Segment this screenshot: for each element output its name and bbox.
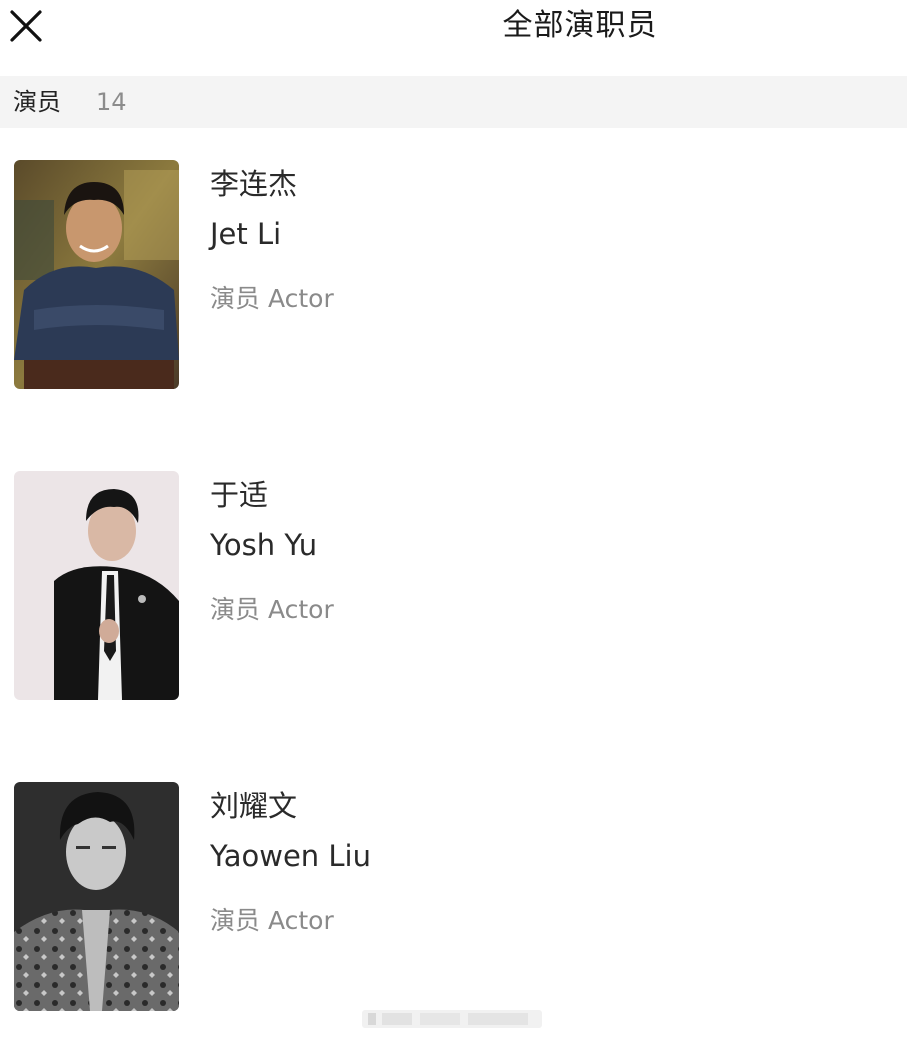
cast-role: 演员 Actor (210, 284, 334, 313)
cast-item[interactable]: 于适 Yosh Yu 演员 Actor (0, 471, 907, 703)
section-label: 演员 (13, 88, 61, 116)
cast-photo[interactable] (14, 471, 179, 700)
cast-name-cn: 于适 (210, 478, 269, 512)
watermark (362, 1006, 542, 1032)
cast-photo[interactable] (14, 782, 179, 1011)
cast-name-en: Yosh Yu (210, 528, 318, 562)
cast-role: 演员 Actor (210, 595, 334, 624)
cast-photo[interactable] (14, 160, 179, 389)
section-count: 14 (96, 88, 127, 116)
cast-item[interactable]: 刘耀文 Yaowen Liu 演员 Actor (0, 782, 907, 1014)
top-bar: 全部演职员 (0, 0, 907, 60)
section-header: 演员 14 (0, 76, 907, 128)
cast-name-cn: 李连杰 (210, 167, 298, 201)
cast-name-cn: 刘耀文 (210, 789, 298, 823)
page-title: 全部演职员 (502, 8, 658, 43)
cast-name-en: Yaowen Liu (210, 839, 371, 873)
cast-role: 演员 Actor (210, 906, 334, 935)
cast-name-en: Jet Li (210, 217, 282, 251)
cast-item[interactable]: 李连杰 Jet Li 演员 Actor (0, 160, 907, 392)
